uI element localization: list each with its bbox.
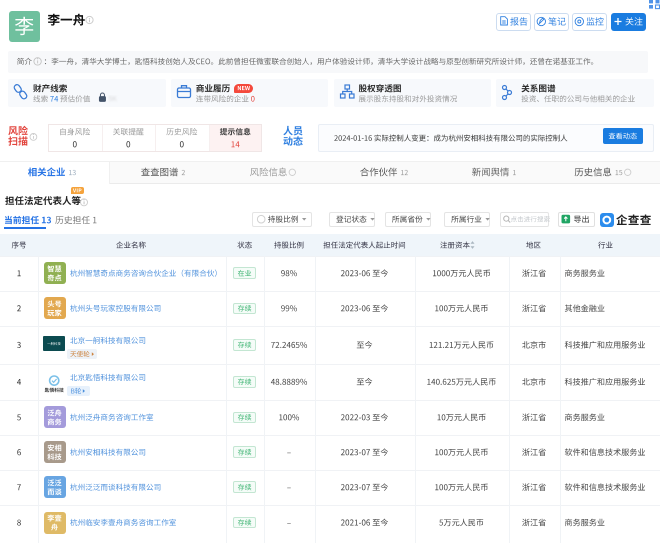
svg-text:5K: 5K <box>108 96 117 103</box>
